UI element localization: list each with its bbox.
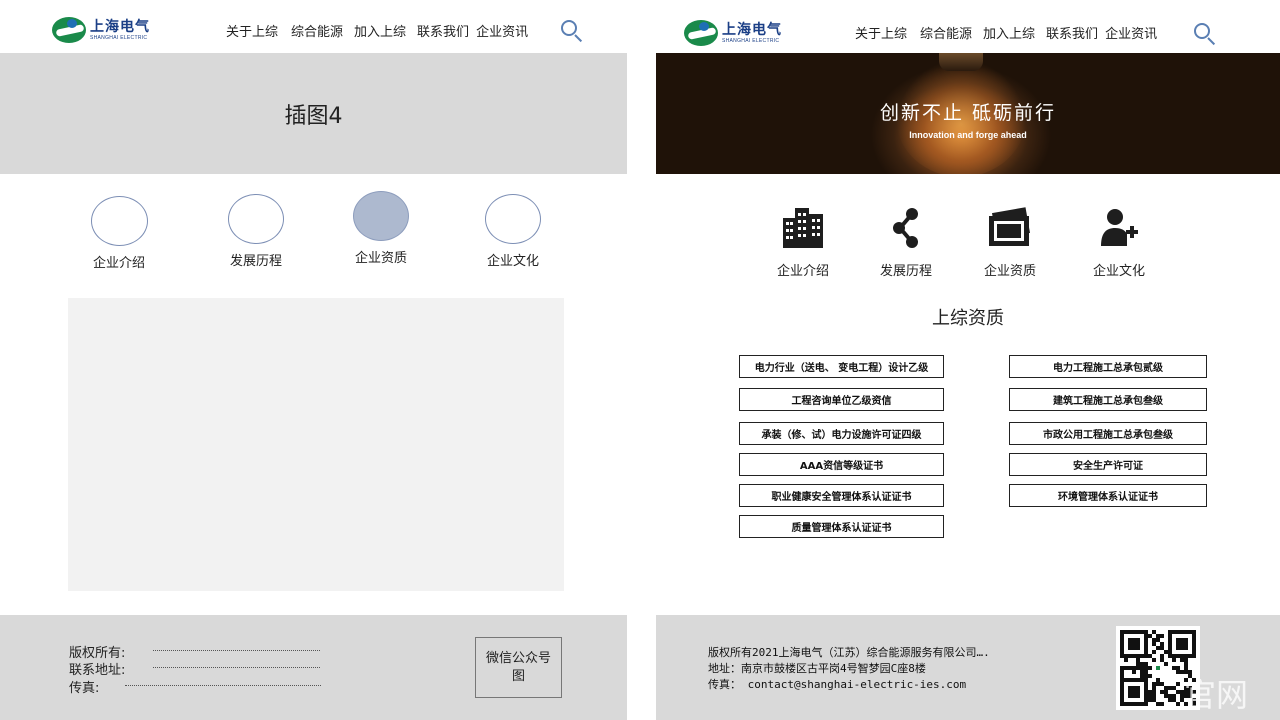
- banner-placeholder-text: 插图4: [284, 103, 343, 129]
- banner-subtitle: Innovation and forge ahead: [909, 130, 1027, 140]
- tab-label: 企业文化: [1092, 264, 1145, 279]
- logo-mark-icon: [684, 20, 718, 46]
- nav-item-contact[interactable]: 联系我们: [417, 21, 469, 40]
- footer-dotted-line: [153, 650, 320, 651]
- tab-circle: [228, 194, 284, 244]
- cert-item[interactable]: 质量管理体系认证证书: [739, 515, 944, 538]
- footer-address: 地址：南京市鼓楼区古平岗4号智梦园C座8楼: [708, 662, 926, 675]
- buildings-icon: [779, 206, 827, 250]
- design-panel: 上海电气 SHANGHAI ELECTRIC 关于上综 综合能源 加入上综 联系…: [656, 0, 1280, 720]
- tab-history[interactable]: 发展历程: [861, 206, 951, 279]
- tab-circle: [485, 194, 541, 244]
- nav-item-energy[interactable]: 综合能源: [920, 23, 972, 42]
- wechat-qr-placeholder: 微信公众号图: [475, 637, 562, 698]
- nav-item-about[interactable]: 关于上综: [855, 23, 907, 42]
- logo-mark-icon: [52, 17, 86, 43]
- tab-culture[interactable]: 企业文化: [468, 194, 558, 269]
- main-nav: 关于上综 综合能源 加入上综 联系我们 企业资讯: [855, 23, 1157, 42]
- logo-text-en: SHANGHAI ELECTRIC: [722, 37, 780, 44]
- tab-company-intro[interactable]: 企业介绍: [74, 196, 164, 271]
- nav-item-join[interactable]: 加入上综: [983, 23, 1035, 42]
- cert-item[interactable]: 职业健康安全管理体系认证证书: [739, 484, 944, 507]
- cert-item[interactable]: 市政公用工程施工总承包叁级: [1009, 422, 1207, 445]
- tab-company-intro[interactable]: 企业介绍: [758, 206, 848, 279]
- footer-dotted-line: [153, 667, 320, 668]
- banner-title: 创新不止 砥砺前行: [879, 102, 1057, 124]
- tab-label: 企业资质: [354, 251, 407, 266]
- footer-address-label: 联系地址:: [69, 663, 126, 678]
- tab-label: 发展历程: [229, 254, 282, 269]
- logo-text-cn: 上海电气: [722, 21, 782, 38]
- brand-logo[interactable]: 上海电气 SHANGHAI ELECTRIC: [684, 20, 782, 46]
- footer-copyright: 版权所有2021上海电气（江苏）综合能源服务有限公司….: [708, 646, 990, 659]
- nav-item-contact[interactable]: 联系我们: [1046, 23, 1098, 42]
- nav-item-join[interactable]: 加入上综: [354, 21, 406, 40]
- certificate-frame-icon: [986, 206, 1034, 250]
- watermark: 官网: [1184, 676, 1249, 714]
- logo-text-en: SHANGHAI ELECTRIC: [90, 34, 148, 41]
- search-icon[interactable]: [1194, 23, 1218, 46]
- footer-fax-label: 传真:: [69, 681, 100, 696]
- tab-label: 企业介绍: [776, 264, 829, 279]
- nav-item-news[interactable]: 企业资讯: [476, 21, 528, 40]
- section-title: 上综资质: [932, 308, 1004, 329]
- cert-item[interactable]: AAA资信等级证书: [739, 453, 944, 476]
- cert-item[interactable]: 建筑工程施工总承包叁级: [1009, 388, 1207, 411]
- nav-item-about[interactable]: 关于上综: [226, 21, 278, 40]
- site-footer: 版权所有2021上海电气（江苏）综合能源服务有限公司…. 地址：南京市鼓楼区古平…: [656, 615, 1280, 720]
- tab-label: 企业介绍: [92, 256, 145, 271]
- wireframe-panel: 上海电气 SHANGHAI ELECTRIC 关于上综 综合能源 加入上综 联系…: [0, 0, 627, 720]
- main-nav: 关于上综 综合能源 加入上综 联系我们 企业资讯: [226, 21, 528, 40]
- hero-banner: 创新不止 砥砺前行 Innovation and forge ahead: [656, 53, 1280, 174]
- footer-dotted-line: [125, 685, 321, 686]
- share-nodes-icon: [882, 206, 930, 250]
- site-header: 上海电气 SHANGHAI ELECTRIC 关于上综 综合能源 加入上综 联系…: [0, 0, 627, 53]
- tab-culture[interactable]: 企业文化: [1074, 206, 1164, 279]
- cert-item[interactable]: 安全生产许可证: [1009, 453, 1207, 476]
- nav-item-energy[interactable]: 综合能源: [291, 21, 343, 40]
- cert-item[interactable]: 工程咨询单位乙级资信: [739, 388, 944, 411]
- tab-label: 发展历程: [879, 264, 932, 279]
- cert-item[interactable]: 电力工程施工总承包贰级: [1009, 355, 1207, 378]
- tab-circle-active: [353, 191, 409, 241]
- tab-qualifications[interactable]: 企业资质: [336, 191, 426, 266]
- tab-label: 企业资质: [983, 264, 1036, 279]
- tab-label: 企业文化: [486, 254, 539, 269]
- site-footer: 版权所有: 联系地址: 传真: 微信公众号图: [0, 615, 627, 720]
- tab-circle: [90, 196, 148, 246]
- nav-item-news[interactable]: 企业资讯: [1105, 23, 1157, 42]
- cert-item[interactable]: 环境管理体系认证证书: [1009, 484, 1207, 507]
- footer-contact: 传真： contact@shanghai-electric-ies.com: [708, 678, 967, 691]
- cert-item[interactable]: 承装（修、试）电力设施许可证四级: [739, 422, 944, 445]
- search-icon[interactable]: [561, 20, 585, 43]
- site-header: 上海电气 SHANGHAI ELECTRIC 关于上综 综合能源 加入上综 联系…: [656, 0, 1280, 53]
- tab-history[interactable]: 发展历程: [211, 194, 301, 269]
- bulb-cap: [939, 53, 983, 71]
- user-plus-icon: [1095, 206, 1143, 250]
- logo-text-cn: 上海电气: [90, 18, 150, 35]
- banner-placeholder: 插图4: [0, 53, 627, 174]
- brand-logo[interactable]: 上海电气 SHANGHAI ELECTRIC: [52, 17, 150, 43]
- cert-item[interactable]: 电力行业（送电、 变电工程）设计乙级: [739, 355, 944, 378]
- tab-qualifications[interactable]: 企业资质: [965, 206, 1055, 279]
- content-placeholder: [68, 298, 564, 591]
